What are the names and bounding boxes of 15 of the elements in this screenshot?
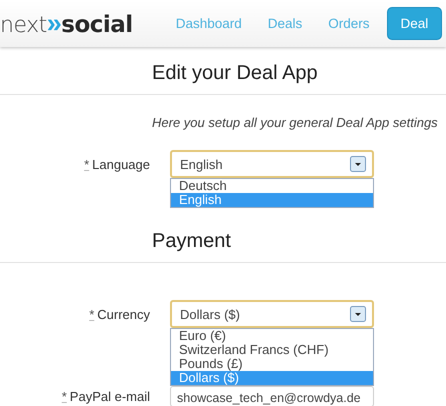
section-heading: Payment [151,229,232,254]
required-marker: * [84,156,90,172]
field-label: Currency [97,306,150,322]
required-marker: * [89,306,94,322]
field-label: Language [92,156,150,172]
field-label: PayPal e-mail [70,389,150,404]
dropdown-option[interactable]: Deutsch [171,179,373,193]
logo[interactable]: next»social [0,10,133,37]
email-field[interactable]: showcase_tech_en@crowdya.de [170,386,374,406]
section-heading: Edit your Deal App [151,61,319,86]
dropdown-option[interactable]: Euro (€) [171,329,373,343]
required-marker: * [62,389,67,404]
dropdown-option[interactable]: Switzerland Francs (CHF) [171,343,373,357]
dropdown-option[interactable]: Pounds (£) [171,357,373,371]
intro-text: Here you setup all your general Deal App settings [152,115,438,130]
